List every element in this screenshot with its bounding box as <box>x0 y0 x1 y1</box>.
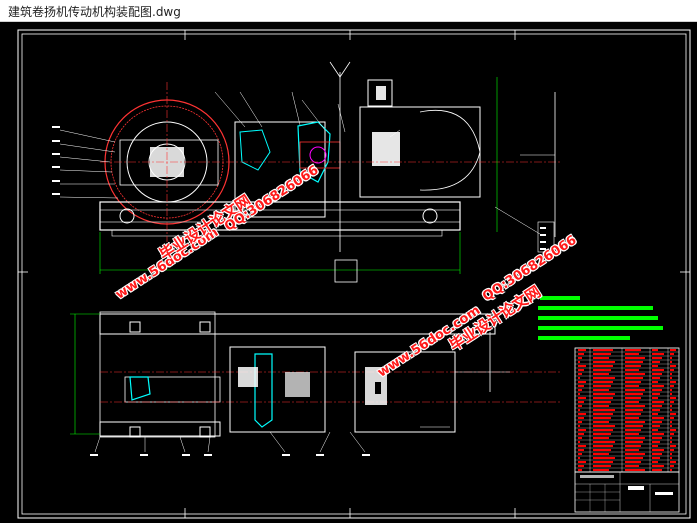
window-title: 建筑卷扬机传动机构装配图.dwg <box>8 5 181 19</box>
assembly-drawing <box>17 29 691 519</box>
inner-frame <box>21 33 687 515</box>
title-block <box>574 471 680 513</box>
parts-list <box>574 347 680 473</box>
title-bar: 建筑卷扬机传动机构装配图.dwg <box>0 0 697 22</box>
outer-frame <box>17 29 691 519</box>
drawing-canvas[interactable]: www.56doc.com 毕业设计论文网 QQ:306826066 www.5… <box>0 22 697 523</box>
frame-ticks <box>18 30 690 518</box>
cad-viewer: 建筑卷扬机传动机构装配图.dwg www.56doc.com 毕业设计论文网 Q… <box>0 0 697 523</box>
technical-notes <box>538 296 663 340</box>
